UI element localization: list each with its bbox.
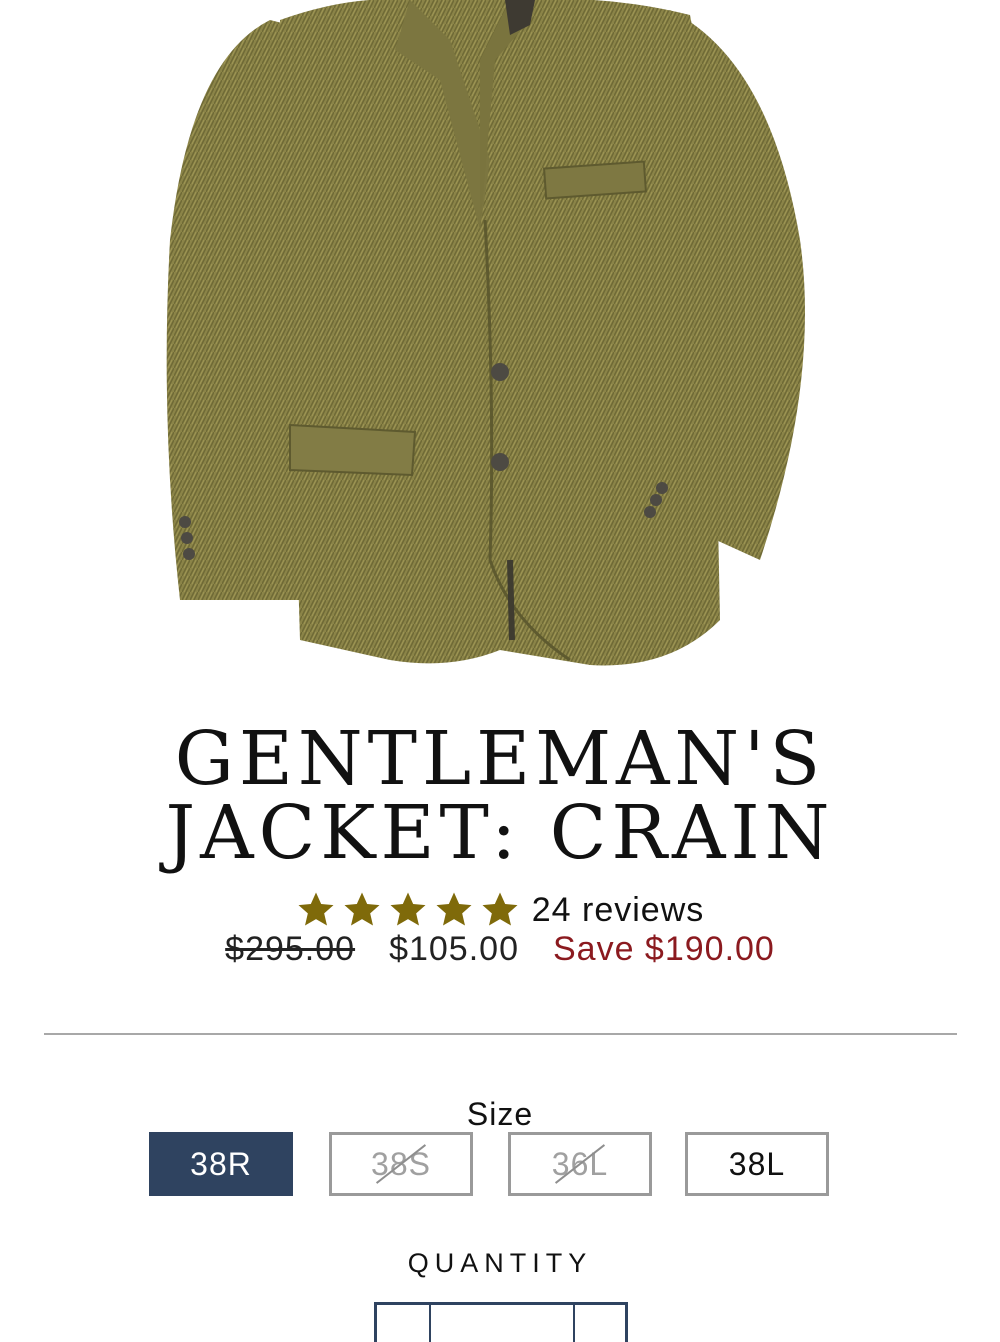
star-icon [436, 892, 472, 926]
quantity-label: QUANTITY [407, 1248, 593, 1278]
product-title-line1: GENTLEMAN'S [174, 716, 826, 802]
savings-badge: Save $190.00 [552, 930, 775, 968]
size-option-38s[interactable]: 38S [329, 1132, 473, 1196]
product-title-line2: JACKET: CRAIN [165, 790, 835, 876]
size-option-38l[interactable]: 38L [685, 1132, 829, 1196]
size-option-38r[interactable]: 38R [149, 1132, 293, 1196]
price-row: $295.00 $105.00 Save $190.00 [0, 930, 1000, 969]
product-rating[interactable]: 24 reviews [0, 890, 1000, 930]
product-title: GENTLEMAN'S JACKET: CRAIN [0, 722, 1000, 870]
compare-at-price: $295.00 [225, 930, 356, 968]
size-option-label: 38L [728, 1145, 786, 1182]
quantity-increment-divider [573, 1305, 575, 1342]
size-option-label: 38R [190, 1145, 252, 1182]
star-icon [344, 892, 380, 926]
star-icon [390, 892, 426, 926]
reviews-count[interactable]: 24 reviews [532, 891, 705, 930]
star-rating [296, 890, 520, 930]
quantity-stepper[interactable] [374, 1302, 628, 1342]
size-label: Size [466, 1096, 534, 1132]
divider [44, 1033, 957, 1035]
star-icon [298, 892, 334, 926]
size-option-36l[interactable]: 36L [508, 1132, 652, 1196]
star-icon [482, 892, 518, 926]
product-image[interactable] [150, 0, 830, 690]
sale-price: $105.00 [389, 930, 519, 968]
size-selector: 38R 38S 36L 38L [0, 1132, 1000, 1202]
quantity-decrement-divider [429, 1305, 431, 1342]
